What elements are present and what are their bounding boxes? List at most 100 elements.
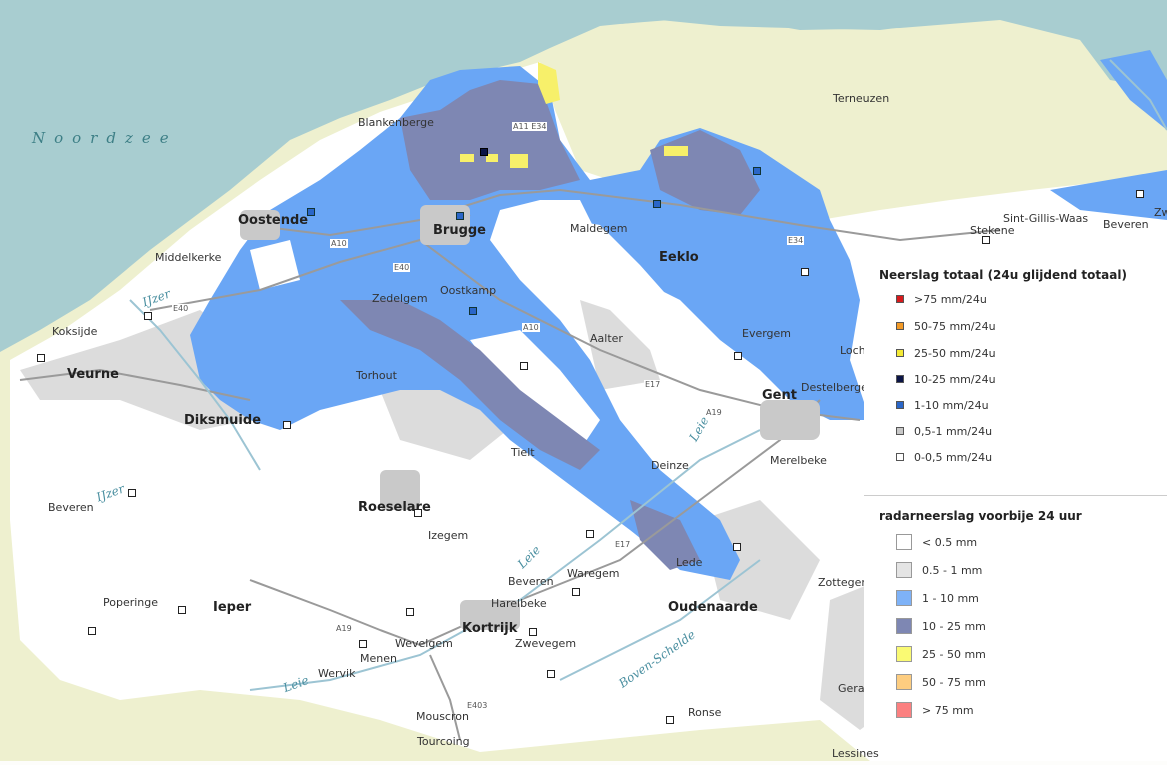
station-marker[interactable] [529, 628, 537, 636]
legend-label: 0,5-1 mm/24u [914, 424, 993, 438]
road-label: A10 [330, 239, 348, 248]
place-label: Gent [762, 388, 797, 403]
legend-label: 50-75 mm/24u [914, 319, 996, 333]
legend-swatch [896, 427, 904, 435]
station-marker[interactable] [586, 530, 594, 538]
legend-radar-row: 25 - 50 mm [896, 646, 986, 662]
place-label: Stekene [970, 224, 1015, 237]
legend-station-row: 1-10 mm/24u [896, 398, 989, 412]
legend-label: > 75 mm [922, 703, 974, 717]
legend-radar-row: 50 - 75 mm [896, 674, 986, 690]
legend-swatch [896, 646, 912, 662]
legend-swatch [896, 618, 912, 634]
station-marker[interactable] [480, 148, 488, 156]
place-label: Menen [360, 652, 397, 665]
place-label: Mouscron [416, 710, 469, 723]
legend-label: 0.5 - 1 mm [922, 563, 983, 577]
place-label: Oostkamp [440, 284, 497, 297]
place-label: Wevelgem [395, 637, 453, 650]
station-marker[interactable] [572, 588, 580, 596]
legend-radar-row: < 0.5 mm [896, 534, 977, 550]
legend-station-row: 50-75 mm/24u [896, 319, 996, 333]
legend-label: >75 mm/24u [914, 292, 987, 306]
place-label: Destelberge [801, 381, 868, 394]
legend-panel: Neerslag totaal (24u glijdend totaal) >7… [864, 256, 1167, 746]
road-label: A19 [705, 408, 723, 417]
station-marker[interactable] [520, 362, 528, 370]
place-label: Eeklo [659, 250, 699, 265]
road-label: E40 [172, 304, 190, 313]
place-label: Beveren [1103, 218, 1149, 231]
legend-station-row: 10-25 mm/24u [896, 372, 996, 386]
station-marker[interactable] [547, 670, 555, 678]
legend-radar-row: 10 - 25 mm [896, 618, 986, 634]
legend-station-row: 0,5-1 mm/24u [896, 424, 992, 438]
station-marker[interactable] [801, 268, 809, 276]
station-marker[interactable] [283, 421, 291, 429]
place-label: Beveren [508, 575, 554, 588]
legend-label: 10-25 mm/24u [914, 372, 996, 386]
road-label: E17 [614, 540, 632, 549]
legend-radar-row: > 75 mm [896, 702, 974, 718]
station-marker[interactable] [307, 208, 315, 216]
place-label: Sint-Gillis-Waas [1003, 212, 1089, 225]
station-marker[interactable] [359, 640, 367, 648]
place-label: Zw [1154, 206, 1167, 219]
place-label: Brugge [433, 223, 487, 238]
place-label: Evergem [742, 327, 792, 340]
station-marker[interactable] [406, 608, 414, 616]
place-label: Gera [838, 682, 865, 695]
station-marker[interactable] [734, 352, 742, 360]
legend-swatch [896, 674, 912, 690]
place-label: Terneuzen [833, 92, 890, 105]
place-label: Noordzee [32, 129, 178, 147]
place-label: Blankenberge [358, 116, 434, 129]
legend-stations-title: Neerslag totaal (24u glijdend totaal) [879, 268, 1127, 282]
place-label: Zedelgem [372, 292, 428, 305]
legend-label: 50 - 75 mm [922, 675, 986, 689]
legend-swatch [896, 534, 912, 550]
legend-swatch [896, 590, 912, 606]
legend-label: 0-0,5 mm/24u [914, 450, 993, 464]
station-marker[interactable] [414, 509, 422, 517]
station-marker[interactable] [128, 489, 136, 497]
legend-label: 1-10 mm/24u [914, 398, 989, 412]
station-marker[interactable] [178, 606, 186, 614]
legend-radar-row: 0.5 - 1 mm [896, 562, 982, 578]
legend-swatch [896, 702, 912, 718]
legend-swatch [896, 453, 904, 461]
place-label: Izegem [428, 529, 469, 542]
place-label: Aalter [590, 332, 623, 345]
station-marker[interactable] [733, 543, 741, 551]
station-marker[interactable] [753, 167, 761, 175]
legend-swatch [896, 401, 904, 409]
place-label: Deinze [651, 459, 689, 472]
station-marker[interactable] [982, 236, 990, 244]
legend-swatch [896, 295, 904, 303]
legend-radar-title: radarneerslag voorbije 24 uur [879, 509, 1082, 523]
place-label: Zwevegem [515, 637, 577, 650]
station-marker[interactable] [144, 312, 152, 320]
place-label: Diksmuide [184, 413, 262, 428]
legend-label: < 0.5 mm [922, 535, 978, 549]
station-marker[interactable] [653, 200, 661, 208]
legend-divider [864, 495, 1167, 496]
station-marker[interactable] [666, 716, 674, 724]
station-marker[interactable] [37, 354, 45, 362]
road-label: A19 [335, 624, 353, 633]
place-label: Merelbeke [770, 454, 827, 467]
road-label: E403 [466, 701, 489, 710]
station-marker[interactable] [1136, 190, 1144, 198]
legend-swatch [896, 349, 904, 357]
place-label: Beveren [48, 501, 94, 514]
place-label: Waregem [567, 567, 620, 580]
station-marker[interactable] [469, 307, 477, 315]
place-label: Torhout [356, 369, 397, 382]
place-label: Poperinge [103, 596, 159, 609]
road-label: E17 [644, 380, 662, 389]
legend-label: 10 - 25 mm [922, 619, 986, 633]
place-label: Ieper [213, 600, 252, 615]
station-marker[interactable] [456, 212, 464, 220]
station-marker[interactable] [88, 627, 96, 635]
place-label: Veurne [67, 367, 119, 382]
